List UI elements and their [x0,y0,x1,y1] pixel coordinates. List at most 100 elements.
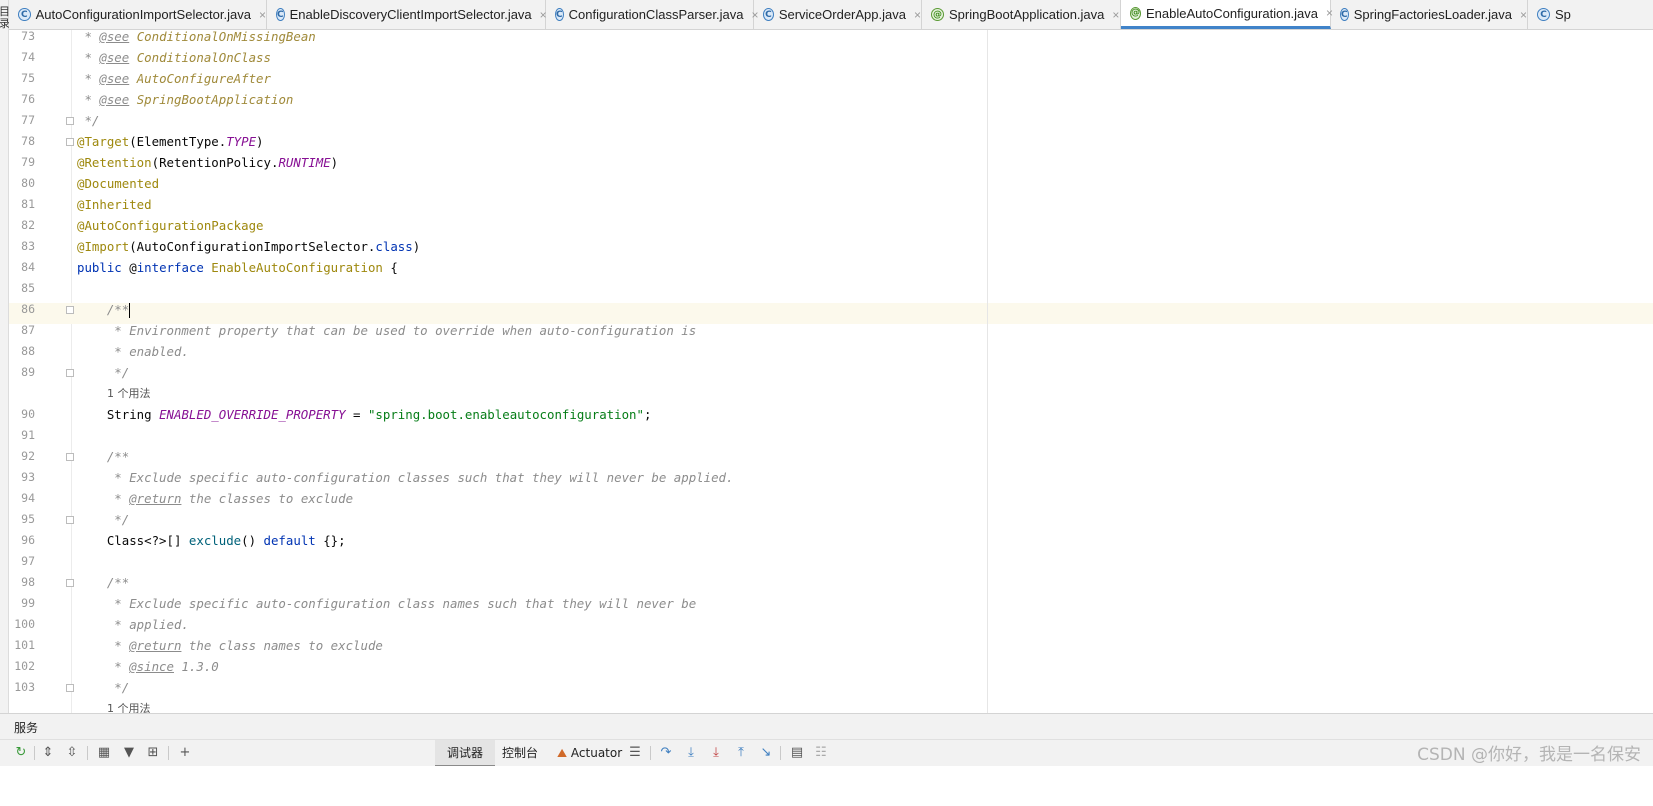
close-icon[interactable]: × [259,8,266,22]
fold-icon[interactable] [66,369,74,377]
toolbar-separator [168,746,169,760]
tab-autoconfigurationimportselector[interactable]: C AutoConfigurationImportSelector.java × [9,0,267,29]
expand-all-icon[interactable]: ⇕ [39,744,57,762]
step-into-icon[interactable]: ⤓ [682,744,700,762]
run-to-cursor-icon[interactable]: ↘ [757,744,775,762]
annotation-icon: @ [1130,6,1141,20]
bottom-tab-debugger[interactable]: 调试器 [435,740,496,767]
fold-icon[interactable] [66,453,74,461]
line-number: 102 [14,659,35,673]
code-line[interactable]: */ [77,677,129,698]
bottom-tab-actuator[interactable]: ⛰ Actuator [545,740,634,767]
tab-springbootapplication[interactable]: @ SpringBootApplication.java × [922,0,1121,29]
code-line[interactable]: * @return the classes to exclude [77,488,353,509]
toolbar-separator [780,746,781,760]
menu-icon[interactable]: ☰ [626,744,644,762]
code-line[interactable]: @Target(ElementType.TYPE) [77,131,264,152]
line-number: 103 [14,680,35,694]
bottom-tab-label: 控制台 [502,746,539,760]
tab-enablediscoveryclientimportselector[interactable]: C EnableDiscoveryClientImportSelector.jav… [267,0,547,29]
new-tab-icon[interactable]: ⊞ [144,744,162,762]
run-class-icon: C [1537,8,1550,21]
annotation-icon: @ [931,8,944,21]
code-line[interactable]: */ [77,509,129,530]
code-line[interactable]: * @return the class names to exclude [77,635,383,656]
code-line[interactable]: /** [77,446,129,467]
collapse-all-icon[interactable]: ⇳ [63,744,81,762]
code-line[interactable]: * Exclude specific auto-configuration cl… [77,467,733,488]
usages-hint[interactable]: 1 个用法 [107,383,151,404]
fold-icon[interactable] [66,138,74,146]
evaluate-expression-icon[interactable]: ▤ [788,744,806,762]
code-line[interactable]: /** [77,572,129,593]
code-line[interactable]: */ [77,110,99,131]
toolbar-separator [87,746,88,760]
actuator-icon: ⛰ [557,746,571,760]
toolbar-separator [34,746,35,760]
text-caret [129,303,131,318]
line-number: 74 [21,50,35,64]
tab-configurationclassparser[interactable]: C ConfigurationClassParser.java × [546,0,759,29]
line-number: 88 [21,344,35,358]
line-number: 76 [21,92,35,106]
force-step-into-icon[interactable]: ⤓ [707,744,725,762]
code-line[interactable]: String ENABLED_OVERRIDE_PROPERTY = "spri… [77,404,652,425]
services-panel-title[interactable]: 服务 [14,719,38,736]
code-line[interactable]: * @see AutoConfigureAfter [77,68,271,89]
code-line[interactable]: public @interface EnableAutoConfiguratio… [77,257,398,278]
fold-icon[interactable] [66,117,74,125]
code-line[interactable]: @AutoConfigurationPackage [77,215,264,236]
line-number: 95 [21,512,35,526]
close-icon[interactable]: × [1112,8,1119,22]
code-line[interactable]: * @see SpringBootApplication [77,89,293,110]
run-class-icon: C [1340,8,1349,21]
left-tool-strip[interactable]: 目 录 [0,0,10,760]
fold-icon[interactable] [66,684,74,692]
fold-icon[interactable] [66,516,74,524]
close-icon[interactable]: × [914,8,921,22]
tab-label: AutoConfigurationImportSelector.java [35,7,251,22]
filter-icon[interactable]: ▼ [120,744,138,762]
code-line[interactable]: /** [77,299,131,320]
line-number: 75 [21,71,35,85]
close-icon[interactable]: × [1520,8,1527,22]
code-line[interactable]: * enabled. [77,341,189,362]
code-line[interactable]: Class<?>[] exclude() default {}; [77,530,346,551]
add-service-icon[interactable]: + [176,744,194,762]
tab-label: EnableDiscoveryClientImportSelector.java [289,7,532,22]
line-number: 89 [21,365,35,379]
fold-icon[interactable] [66,579,74,587]
code-line[interactable]: @Inherited [77,194,152,215]
code-line[interactable]: @Import(AutoConfigurationImportSelector.… [77,236,420,257]
code-line[interactable]: * Exclude specific auto-configuration cl… [77,593,696,614]
code-line[interactable]: * @see ConditionalOnClass [77,47,271,68]
line-number: 77 [21,113,35,127]
line-number: 92 [21,449,35,463]
trace-icon[interactable]: ☷ [812,744,830,762]
line-number: 73 [21,29,35,43]
line-number: 79 [21,155,35,169]
code-line[interactable]: @Documented [77,173,159,194]
line-number: 78 [21,134,35,148]
rerun-icon[interactable]: ↻ [12,744,30,762]
tab-sp[interactable]: C Sp [1528,0,1653,29]
bottom-blank [0,766,1653,806]
services-toolbar: ↻ ⇕ ⇳ ▦ ▼ ⊞ + 调试器 控制台 ⛰ Actuator ☰ ↷ ⤓ ⤓ ⤒… [0,739,1653,767]
tab-serviceorderapp[interactable]: C ServiceOrderApp.java × [754,0,922,29]
group-by-icon[interactable]: ▦ [95,744,113,762]
code-line[interactable]: * @see ConditionalOnMissingBean [77,26,315,47]
step-over-icon[interactable]: ↷ [657,744,675,762]
line-number: 87 [21,323,35,337]
line-number: 90 [21,407,35,421]
tab-springfactoriesloader[interactable]: C SpringFactoriesLoader.java × [1331,0,1528,29]
code-line[interactable]: * applied. [77,614,189,635]
code-line[interactable]: * Environment property that can be used … [77,320,696,341]
code-line[interactable]: */ [77,362,129,383]
tab-enableautoconfiguration[interactable]: @ EnableAutoConfiguration.java × [1121,0,1333,29]
code-line[interactable]: * @since 1.3.0 [77,656,218,677]
bottom-tab-console[interactable]: 控制台 [490,740,550,767]
line-number: 100 [14,617,35,631]
fold-icon[interactable] [66,306,74,314]
step-out-icon[interactable]: ⤒ [732,744,750,762]
code-line[interactable]: @Retention(RetentionPolicy.RUNTIME) [77,152,338,173]
